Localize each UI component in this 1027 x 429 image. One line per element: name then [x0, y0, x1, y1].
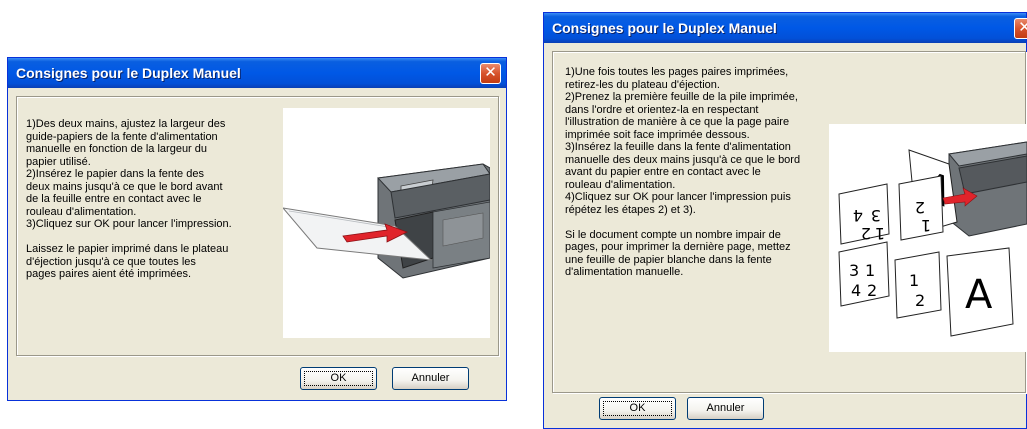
- svg-text:4: 4: [853, 206, 863, 225]
- close-icon: ✕: [1018, 19, 1027, 36]
- close-icon: ✕: [484, 64, 497, 81]
- svg-text:1: 1: [921, 216, 931, 235]
- ok-button[interactable]: OK: [300, 367, 377, 390]
- ok-button[interactable]: OK: [599, 397, 676, 420]
- cancel-button[interactable]: Annuler: [687, 397, 764, 420]
- instructions-panel: 1)Des deux mains, ajustez la largeur des…: [16, 96, 499, 356]
- svg-text:A: A: [965, 272, 993, 318]
- svg-text:2: 2: [867, 281, 877, 300]
- cancel-button[interactable]: Annuler: [392, 367, 469, 390]
- svg-text:4: 4: [851, 281, 861, 300]
- instructions-panel: 1)Une fois toutes les pages paires impri…: [552, 51, 1027, 393]
- close-button[interactable]: ✕: [480, 63, 501, 84]
- page-order-illustration: A 4 3 2 1 2 1 3 1: [829, 124, 1027, 352]
- printer-feed-illustration: [281, 108, 491, 338]
- svg-text:1: 1: [875, 224, 885, 243]
- instructions-text: 1)Une fois toutes les pages paires impri…: [565, 66, 801, 278]
- close-button[interactable]: ✕: [1014, 18, 1027, 39]
- instructions-text: 1)Des deux mains, ajustez la largeur des…: [26, 118, 232, 280]
- printer-feed-image: [281, 163, 491, 279]
- ok-label: OK: [629, 402, 646, 414]
- duplex-dialog-left: Consignes pour le Duplex Manuel ✕ 1)Des …: [7, 57, 507, 401]
- svg-text:3: 3: [871, 206, 881, 225]
- dialog-title: Consignes pour le Duplex Manuel: [16, 65, 241, 81]
- ok-label: OK: [330, 372, 347, 384]
- duplex-dialog-right: Consignes pour le Duplex Manuel ✕ 1)Une …: [543, 12, 1027, 429]
- cancel-label: Annuler: [411, 372, 450, 384]
- svg-text:2: 2: [915, 291, 925, 310]
- dialog-title: Consignes pour le Duplex Manuel: [552, 20, 777, 36]
- svg-text:2: 2: [915, 198, 925, 217]
- dialog-title-bar[interactable]: Consignes pour le Duplex Manuel: [8, 58, 506, 88]
- dialog-title-bar[interactable]: Consignes pour le Duplex Manuel: [544, 13, 1026, 43]
- svg-text:1: 1: [909, 271, 919, 290]
- svg-text:1: 1: [865, 261, 875, 280]
- svg-text:3: 3: [849, 261, 859, 280]
- cancel-label: Annuler: [706, 402, 745, 414]
- page-order-image: A 4 3 2 1 2 1 3 1: [838, 141, 1027, 337]
- svg-text:2: 2: [861, 224, 871, 243]
